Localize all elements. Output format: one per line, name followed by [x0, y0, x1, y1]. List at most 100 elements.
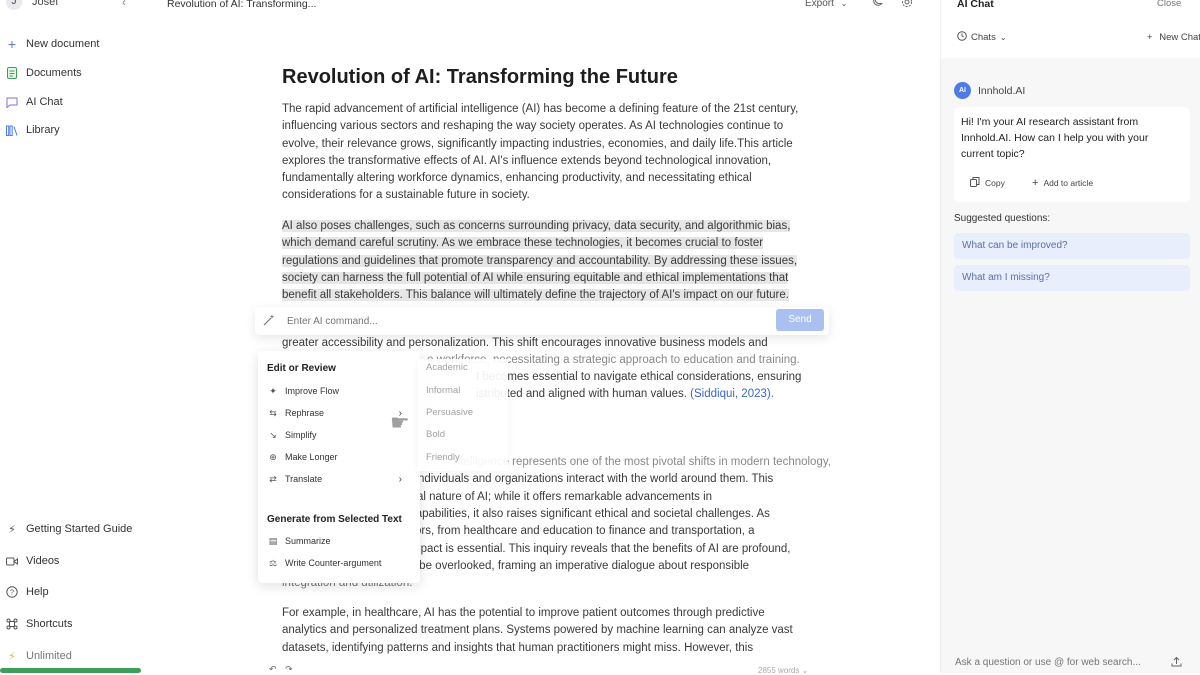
chat-title: AI Chat [957, 0, 994, 10]
add-to-article-label: Add to article [1043, 178, 1094, 188]
bolt-icon: ⚡︎ [8, 650, 16, 663]
sidebar-item-library[interactable]: Library [0, 119, 150, 141]
citation-link[interactable]: (Siddiqui, 2023). [690, 388, 774, 400]
undo-redo-controls[interactable]: ↶ ↷ [269, 664, 293, 675]
sidebar-item-label: New document [26, 38, 100, 50]
sidebar-item-label: Help [26, 586, 49, 598]
sidebar-item-new-document[interactable]: + New document [0, 33, 150, 55]
upload-icon[interactable] [1171, 656, 1182, 670]
suggested-question[interactable]: What am I missing? [954, 265, 1190, 291]
avatar[interactable]: J [6, 0, 22, 10]
plan-progress-bar [0, 668, 141, 673]
paragraph-line[interactable]: s sectors, from healthcare and education… [385, 523, 827, 540]
wand-icon: ✦ [269, 385, 277, 396]
export-label: Export [805, 0, 834, 9]
assistant-message: Hi! I'm your AI research assistant from … [954, 107, 1190, 202]
plan-progress-fill [0, 668, 141, 673]
sidebar-item-getting-started[interactable]: ⚡︎ Getting Started Guide [0, 518, 150, 540]
library-icon [6, 124, 18, 136]
left-sidebar: J Josef ‹ + New document Documents AI Ch… [0, 0, 150, 673]
submenu-item[interactable]: Informal [426, 385, 460, 396]
submenu-item[interactable]: Persuasive [426, 407, 473, 418]
submenu-item[interactable]: Friendly [426, 452, 460, 463]
user-header[interactable]: J Josef ‹ [0, 0, 150, 14]
ai-chat-panel: AI Chat Close Chats ⌄ + New Chat AI Innh… [940, 0, 1200, 673]
ai-command-input[interactable] [285, 313, 735, 329]
menu-item-label: Make Longer [285, 452, 338, 462]
sidebar-item-label: AI Chat [26, 96, 63, 108]
sidebar-item-label: Unlimited [26, 650, 72, 662]
menu-item-counter-argument[interactable]: ⚖ Write Counter-argument [267, 553, 415, 573]
svg-text:?: ? [10, 588, 14, 597]
sidebar-item-shortcuts[interactable]: Shortcuts [0, 613, 150, 635]
send-button[interactable]: Send [776, 309, 824, 331]
plus-icon: + [1147, 32, 1153, 43]
paragraph-line[interactable]: ndividuals and organizations interact wi… [418, 471, 827, 488]
document-icon [6, 67, 18, 79]
chat-icon [6, 96, 18, 108]
menu-item-make-longer[interactable]: ⊕ Make Longer [267, 447, 415, 467]
paragraph[interactable]: For example, in healthcare, AI has the p… [282, 605, 812, 657]
paragraph-line[interactable]: not be overlooked, framing an imperative… [400, 558, 827, 575]
chevron-down-icon: ⌄ [999, 33, 1007, 42]
sidebar-item-label: Library [26, 124, 60, 136]
document-title-tab[interactable]: Revolution of AI: Transforming... [167, 0, 316, 10]
sidebar-item-label: Documents [26, 67, 82, 79]
document-body[interactable]: Revolution of AI: Transforming the Futur… [282, 64, 831, 654]
paragraph-line[interactable]: the dual nature of AI; while it offers r… [385, 489, 827, 506]
selected-text[interactable]: AI also poses challenges, such as concer… [282, 220, 798, 302]
sidebar-item-unlimited[interactable]: ⚡︎ Unlimited [0, 645, 150, 667]
chevron-left-icon[interactable]: ‹ [122, 0, 126, 9]
gear-icon[interactable] [900, 0, 914, 10]
menu-item-improve-flow[interactable]: ✦ Improve Flow [267, 381, 415, 401]
arrows-swap-icon: ⇆ [269, 407, 277, 418]
menu-item-translate[interactable]: ⇄ Translate › [267, 469, 415, 489]
compress-icon: ↘ [269, 429, 277, 440]
sidebar-item-label: Getting Started Guide [26, 523, 133, 535]
moon-icon[interactable] [870, 0, 884, 10]
ai-actions-menu: Edit or Review ✦ Improve Flow ⇆ Rephrase… [258, 351, 420, 583]
submenu-item[interactable]: Academic [426, 362, 468, 373]
menu-section-title: Edit or Review [267, 363, 336, 374]
submenu-item[interactable]: Bold [426, 429, 445, 440]
sidebar-item-videos[interactable]: Videos [0, 550, 150, 572]
menu-section-title: Generate from Selected Text [267, 514, 402, 525]
message-text: Hi! I'm your AI research assistant from … [961, 116, 1149, 160]
paragraph-line[interactable]: ng capabilities, it also raises signific… [394, 506, 827, 523]
word-count: 2855 words ⌄ [758, 666, 808, 675]
sidebar-item-documents[interactable]: Documents [0, 62, 150, 84]
paragraph-line[interactable]: ntelligence represents one of the most p… [454, 454, 831, 471]
copy-button[interactable]: Copy [970, 177, 1005, 189]
user-name[interactable]: Josef [32, 0, 58, 8]
document-icon: ▤ [268, 535, 278, 546]
chats-dropdown[interactable]: Chats ⌄ [957, 31, 1007, 44]
chevron-down-icon: ⌄ [801, 666, 809, 675]
sidebar-item-label: Videos [26, 555, 60, 567]
paragraph[interactable]: istributed and aligned with human values… [476, 386, 826, 403]
keyboard-icon [6, 618, 18, 630]
menu-item-summarize[interactable]: ▤ Summarize [267, 531, 415, 551]
paragraph-selected[interactable]: AI also poses challenges, such as concer… [282, 218, 812, 304]
add-to-article-button[interactable]: + Add to article [1032, 177, 1093, 189]
chat-header: AI Chat Close Chats ⌄ + New Chat [941, 0, 1200, 58]
bot-name: Innhold.AI [978, 85, 1026, 97]
paragraph[interactable]: greater accessibility and personalizatio… [282, 335, 812, 352]
sidebar-item-ai-chat[interactable]: AI Chat [0, 91, 150, 113]
paragraph-line[interactable]: mpact is essential. This inquiry reveals… [411, 541, 827, 558]
copy-icon [970, 177, 980, 189]
suggested-question[interactable]: What can be improved? [954, 233, 1190, 259]
new-chat-label: New Chat [1159, 32, 1200, 43]
paragraph[interactable]: t becomes essential to navigate ethical … [476, 369, 826, 386]
paragraph[interactable]: The rapid advancement of artificial inte… [282, 101, 812, 205]
menu-item-label: Write Counter-argument [285, 558, 382, 568]
close-button[interactable]: Close [1157, 0, 1181, 9]
menu-item-label: Summarize [285, 536, 331, 546]
export-button[interactable]: Export ⌄ [805, 0, 847, 9]
sidebar-item-help[interactable]: ? Help [0, 581, 150, 603]
plus-icon: + [7, 36, 17, 52]
chat-input[interactable] [953, 656, 1168, 669]
word-count-label: 2855 words [758, 666, 800, 675]
document-heading[interactable]: Revolution of AI: Transforming the Futur… [282, 64, 827, 90]
plus-circle-icon: ⊕ [269, 451, 277, 462]
new-chat-button[interactable]: + New Chat [1147, 32, 1200, 43]
